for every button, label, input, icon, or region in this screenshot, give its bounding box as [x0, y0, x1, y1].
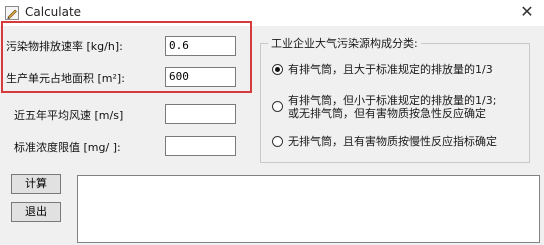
option-2-label-line2: 或无排气筒，但有害物质按急性反应确定 [288, 107, 486, 120]
result-output[interactable] [77, 175, 540, 243]
radio-option-2[interactable] [272, 101, 283, 112]
standard-limit-label: 标准浓度限值 [mg/ ]: [14, 141, 121, 154]
window-title: Calculate [25, 5, 82, 19]
calculate-button[interactable]: 计算 [11, 174, 61, 194]
wind-speed-input[interactable] [165, 104, 236, 124]
radio-option-1[interactable] [272, 64, 283, 75]
emission-rate-label: 污染物排放速率 [kg/h]: [6, 40, 123, 53]
close-button[interactable]: ✕ [512, 0, 542, 24]
app-pencil-icon [5, 6, 19, 20]
radio-option-3[interactable] [272, 136, 283, 147]
option-2-label-line1: 有排气筒，但小于标准规定的排放量的1/3; [288, 94, 497, 107]
standard-limit-input[interactable] [165, 136, 236, 156]
option-3-label: 无排气筒，且有害物质按慢性反应指标确定 [288, 135, 497, 148]
unit-area-label: 生产单元占地面积 [m²]: [6, 72, 125, 85]
unit-area-input[interactable]: 600 [165, 67, 236, 87]
radio-selected-dot [275, 67, 280, 72]
option-1-label: 有排气筒，且大于标准规定的排放量的1/3 [288, 63, 493, 76]
groupbox-title: 工业企业大气污染源构成分类: [268, 35, 421, 51]
wind-speed-label: 近五年平均风速 [m/s] [14, 109, 124, 122]
exit-button[interactable]: 退出 [11, 202, 61, 222]
emission-rate-input[interactable]: 0.6 [165, 36, 236, 56]
